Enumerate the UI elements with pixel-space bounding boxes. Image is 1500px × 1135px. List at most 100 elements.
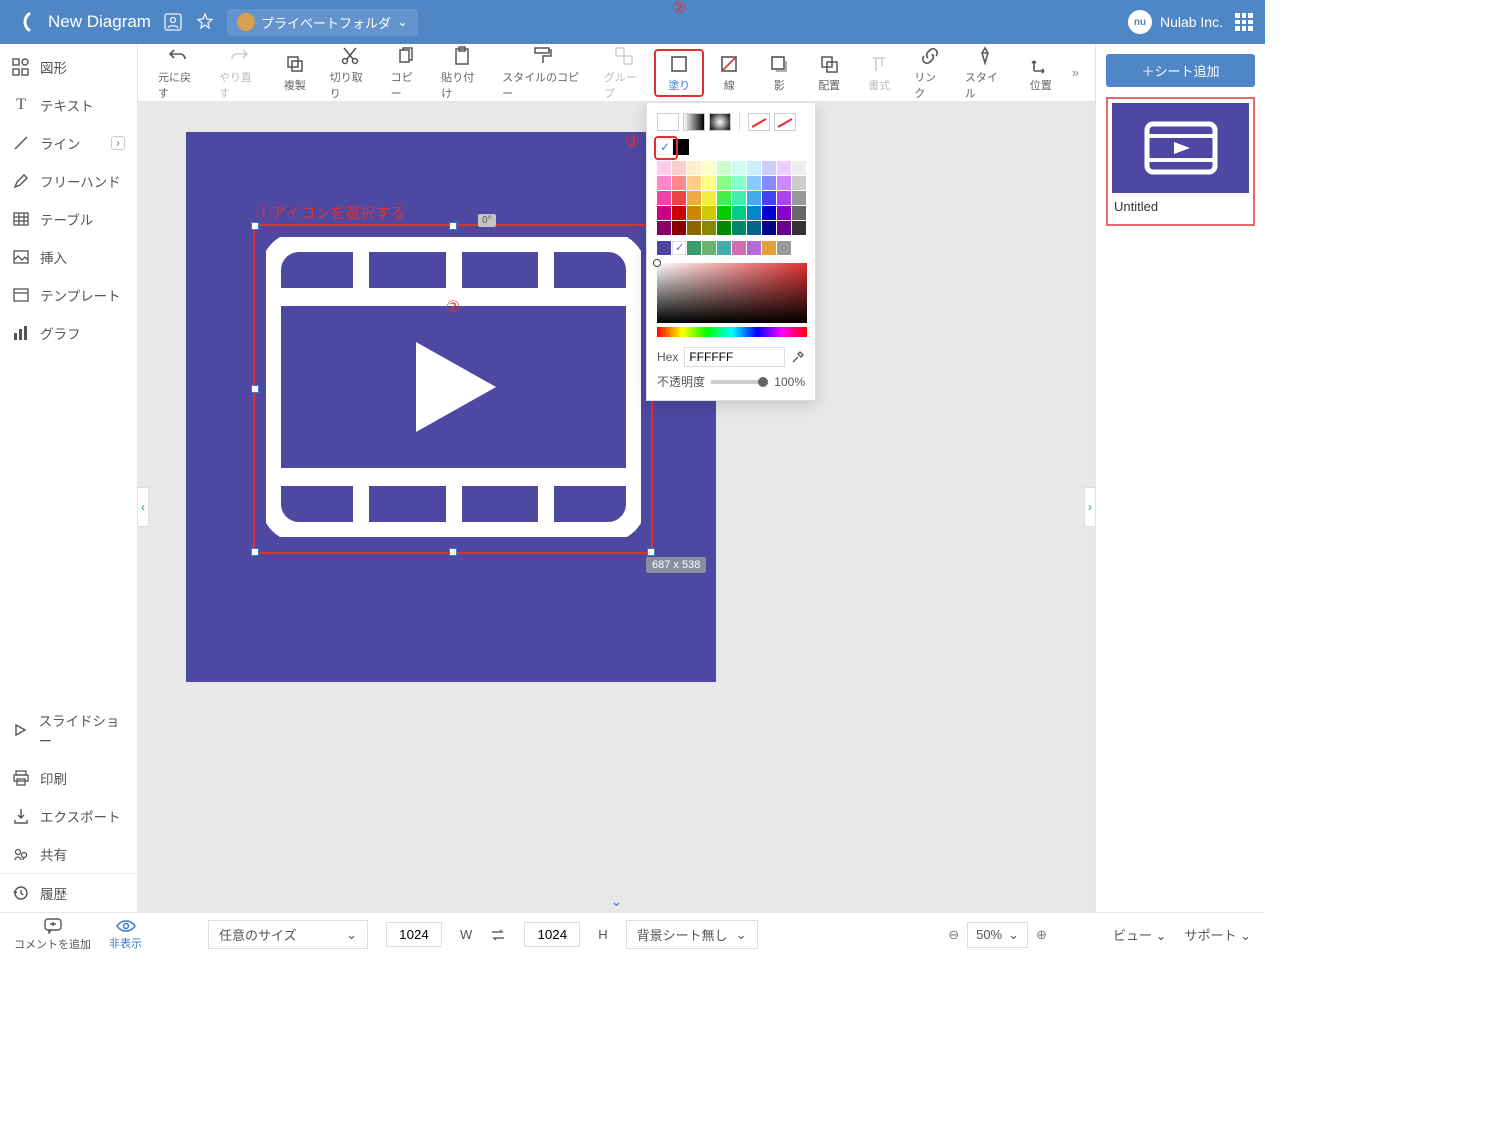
recent-colors[interactable] [657, 241, 805, 255]
zoom-out-button[interactable]: ⊖ [948, 927, 959, 943]
swap-icon[interactable] [490, 927, 506, 943]
chevron-right-icon: › [111, 136, 125, 150]
opacity-value: 100% [774, 375, 805, 389]
color-field[interactable] [657, 263, 807, 323]
bg-select[interactable]: 背景シート無し⌄ [626, 920, 758, 949]
sidebar-insert[interactable]: 挿入 [0, 238, 137, 276]
hex-input[interactable] [684, 347, 785, 367]
apps-grid-icon[interactable] [1235, 13, 1253, 31]
sheet-preview [1112, 103, 1249, 193]
sheet-thumbnail[interactable]: Untitled [1106, 97, 1255, 226]
sidebar-freehand[interactable]: フリーハンド [0, 162, 137, 200]
roller-icon [532, 45, 554, 67]
sidebar-shape[interactable]: 図形 [0, 48, 137, 86]
sidebar-chart[interactable]: グラフ [0, 314, 137, 352]
sidebar-template[interactable]: テンプレート [0, 276, 137, 314]
folder-name: プライベートフォルダ [261, 13, 391, 32]
history-icon [12, 885, 30, 901]
scissors-icon [339, 45, 361, 67]
paste-button[interactable]: 貼り付け [431, 41, 492, 105]
toolbar-more[interactable]: » [1066, 55, 1085, 90]
swatch-white[interactable] [657, 139, 673, 155]
sidebar-history[interactable]: 履歴 [0, 874, 137, 912]
height-label: H [598, 927, 607, 942]
hue-slider[interactable] [657, 327, 807, 337]
play-icon [12, 723, 28, 737]
opacity-label: 不透明度 [657, 373, 705, 390]
table-icon [12, 211, 30, 227]
support-menu[interactable]: サポート ⌄ [1184, 925, 1251, 944]
format-icon [868, 53, 890, 75]
copy-icon [395, 45, 417, 67]
add-comment-button[interactable]: コメントを追加 [14, 918, 91, 952]
fill-none-1[interactable] [748, 113, 770, 131]
document-title[interactable]: New Diagram [48, 12, 151, 32]
sidebar-export[interactable]: エクスポート [0, 797, 137, 835]
fill-button[interactable]: 塗り [654, 49, 704, 97]
app-logo[interactable] [12, 10, 36, 34]
position-button[interactable]: 位置 [1016, 49, 1066, 97]
footer: コメントを追加 非表示 任意のサイズ⌄ W H 背景シート無し⌄ ⊖ 50%⌄ … [0, 912, 1265, 956]
expand-bottom[interactable]: ⌄ [611, 893, 623, 910]
sidebar-share[interactable]: 共有 [0, 835, 137, 873]
position-icon [1030, 53, 1052, 75]
annotation-2-top: ② [672, 0, 686, 18]
template-icon [12, 287, 30, 303]
duplicate-button[interactable]: 複製 [270, 49, 320, 97]
copy-button[interactable]: コピー [381, 41, 432, 105]
link-button[interactable]: リンク [904, 41, 955, 105]
sidebar-table[interactable]: テーブル [0, 200, 137, 238]
folder-selector[interactable]: プライベートフォルダ ⌄ [227, 9, 418, 36]
opacity-slider[interactable] [711, 380, 768, 384]
collapse-right[interactable]: › [1084, 487, 1095, 527]
rotation-label: 0° [478, 214, 496, 227]
canvas[interactable]: ‹ › ①アイコンを選択する ② 0° [138, 102, 1095, 912]
fill-icon [668, 53, 690, 75]
redo-button[interactable]: やり直す [209, 41, 270, 105]
width-input[interactable] [386, 922, 442, 947]
add-sheet-button[interactable]: ＋シート追加 [1106, 54, 1255, 87]
user-icon[interactable] [163, 12, 183, 32]
style-button[interactable]: スタイル [955, 41, 1016, 105]
undo-button[interactable]: 元に戻す [148, 41, 209, 105]
group-icon [613, 45, 635, 67]
fill-linear-gradient[interactable] [683, 113, 705, 131]
stroke-button[interactable]: 線 [704, 49, 754, 97]
cut-button[interactable]: 切り取り [320, 41, 381, 105]
shadow-button[interactable]: 影 [754, 49, 804, 97]
size-preset-select[interactable]: 任意のサイズ⌄ [208, 920, 368, 949]
align-icon [818, 53, 840, 75]
format-button[interactable]: 書式 [854, 49, 904, 97]
fill-solid[interactable] [657, 113, 679, 131]
stroke-icon [718, 53, 740, 75]
shapes-icon [12, 58, 30, 76]
pen-icon [974, 45, 996, 67]
fill-radial-gradient[interactable] [709, 113, 731, 131]
zoom-select[interactable]: 50%⌄ [967, 922, 1028, 948]
swatch-black[interactable] [673, 139, 689, 155]
width-label: W [460, 927, 472, 942]
sidebar-print[interactable]: 印刷 [0, 759, 137, 797]
hide-button[interactable]: 非表示 [109, 919, 142, 951]
sidebar-slideshow[interactable]: スライドショー [0, 701, 137, 759]
group-button[interactable]: グループ [594, 41, 654, 105]
sheet-title[interactable]: Untitled [1112, 193, 1249, 220]
eyedropper-icon[interactable] [791, 350, 805, 364]
chart-icon [12, 325, 30, 341]
view-menu[interactable]: ビュー ⌄ [1113, 925, 1167, 944]
copy-style-button[interactable]: スタイルのコピー [492, 41, 594, 105]
collapse-left[interactable]: ‹ [138, 487, 149, 527]
right-sidebar: ＋シート追加 Untitled [1095, 44, 1265, 912]
sidebar-line[interactable]: ライン› [0, 124, 137, 162]
line-icon [12, 135, 30, 151]
sidebar-text[interactable]: Tテキスト [0, 86, 137, 124]
hex-label: Hex [657, 350, 678, 364]
annotation-3: ③ [625, 132, 639, 152]
height-input[interactable] [524, 922, 580, 947]
star-icon[interactable] [195, 12, 215, 32]
zoom-in-button[interactable]: ⊕ [1036, 927, 1047, 943]
color-palette[interactable] [657, 161, 805, 235]
org-link[interactable]: nu Nulab Inc. [1128, 10, 1223, 34]
fill-none-2[interactable] [774, 113, 796, 131]
align-button[interactable]: 配置 [804, 49, 854, 97]
